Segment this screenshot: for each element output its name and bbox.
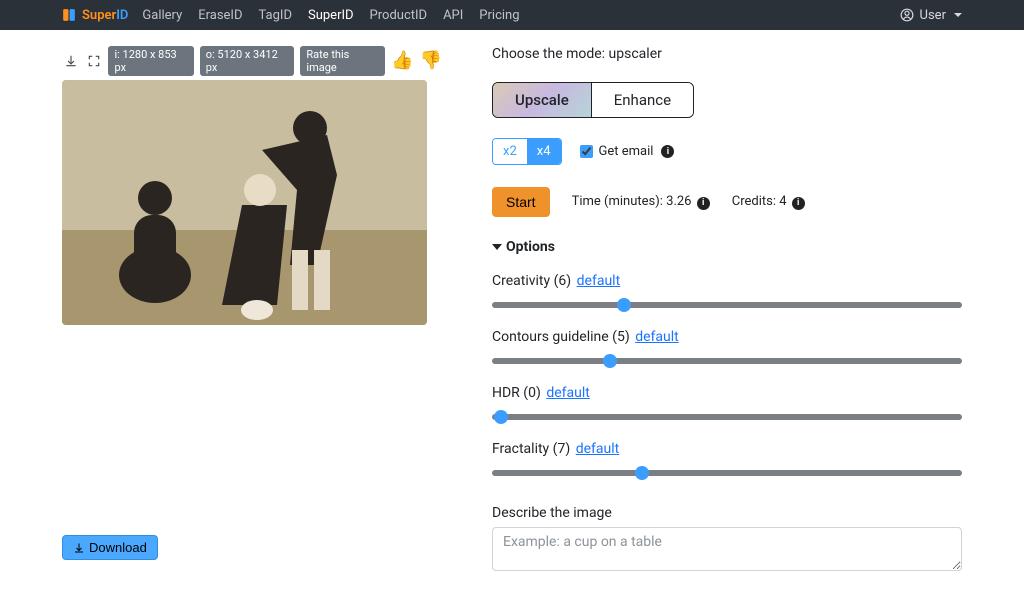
mode-toggle: Upscale Enhance [492,82,694,118]
mode-heading: Choose the mode: upscaler [492,46,962,62]
preview-image[interactable] [62,80,427,325]
input-resolution-badge: i: 1280 x 853 px [108,46,193,76]
mode-option-enhance[interactable]: Enhance [591,83,693,117]
fullscreen-icon[interactable] [85,52,102,70]
slider-group-fractality: Fractality (7) default [492,441,962,479]
brand-logo-icon [62,8,76,22]
options-toggle[interactable]: Options [492,239,962,255]
hdr-label: HDR (0) [492,385,544,401]
chevron-down-icon [954,13,962,17]
user-menu[interactable]: User [900,8,962,23]
fractality-label: Fractality (7) [492,441,574,457]
info-icon[interactable]: i [792,197,805,210]
scale-option-x2[interactable]: x2 [493,139,527,164]
slider-thumb[interactable] [617,298,631,312]
scale-toggle: x2 x4 [492,138,562,165]
slider-thumb[interactable] [603,354,617,368]
download-icon[interactable] [62,52,79,70]
options-header-label: Options [506,239,555,255]
slider-thumb[interactable] [494,410,508,424]
describe-input[interactable] [492,527,962,571]
describe-label: Describe the image [492,505,962,521]
get-email-checkbox-wrap[interactable]: Get email i [580,144,675,159]
download-icon-small [73,542,85,554]
rate-image-button[interactable]: Rate this image [300,46,385,76]
slider-thumb[interactable] [635,466,649,480]
thumbs-up-icon[interactable]: 👍 [391,52,413,70]
contours-slider[interactable] [492,355,962,367]
triangle-down-icon [492,244,502,250]
get-email-checkbox[interactable] [580,145,593,158]
creativity-default-link[interactable]: default [577,273,621,289]
brand-name: SuperID [82,8,128,23]
hdr-slider[interactable] [492,411,962,423]
nav-link-eraseid[interactable]: EraseID [198,8,242,23]
nav-link-superid[interactable]: SuperID [308,8,354,23]
time-readout: Time (minutes): 3.26 i [572,194,710,210]
creativity-slider[interactable] [492,299,962,311]
scale-option-x4[interactable]: x4 [527,139,561,164]
user-label: User [920,8,946,23]
nav-links: Gallery EraseID TagID SuperID ProductID … [142,8,519,23]
slider-group-hdr: HDR (0) default [492,385,962,423]
brand-logo-block[interactable]: SuperID [62,8,128,23]
fractality-slider[interactable] [492,467,962,479]
start-button[interactable]: Start [492,187,550,217]
fractality-default-link[interactable]: default [576,441,620,457]
user-avatar-icon [900,8,914,22]
info-icon[interactable]: i [661,145,674,158]
nav-link-pricing[interactable]: Pricing [479,8,519,23]
download-button[interactable]: Download [62,535,158,560]
creativity-label: Creativity (6) [492,273,575,289]
credits-readout: Credits: 4 i [732,194,805,210]
image-meta-bar: i: 1280 x 853 px o: 5120 x 3412 px Rate … [62,46,442,76]
top-navbar: SuperID Gallery EraseID TagID SuperID Pr… [0,0,1024,30]
contours-label: Contours guideline (5) [492,329,633,345]
output-resolution-badge: o: 5120 x 3412 px [200,46,295,76]
mode-option-upscale[interactable]: Upscale [493,83,591,117]
slider-group-creativity: Creativity (6) default [492,273,962,311]
nav-link-gallery[interactable]: Gallery [142,8,182,23]
info-icon[interactable]: i [697,197,710,210]
nav-link-tagid[interactable]: TagID [259,8,292,23]
download-button-label: Download [89,540,147,555]
contours-default-link[interactable]: default [635,329,679,345]
get-email-label: Get email [599,144,654,159]
thumbs-down-icon[interactable]: 👎 [420,52,442,70]
hdr-default-link[interactable]: default [546,385,590,401]
nav-link-api[interactable]: API [443,8,463,23]
slider-group-contours: Contours guideline (5) default [492,329,962,367]
nav-link-productid[interactable]: ProductID [370,8,428,23]
